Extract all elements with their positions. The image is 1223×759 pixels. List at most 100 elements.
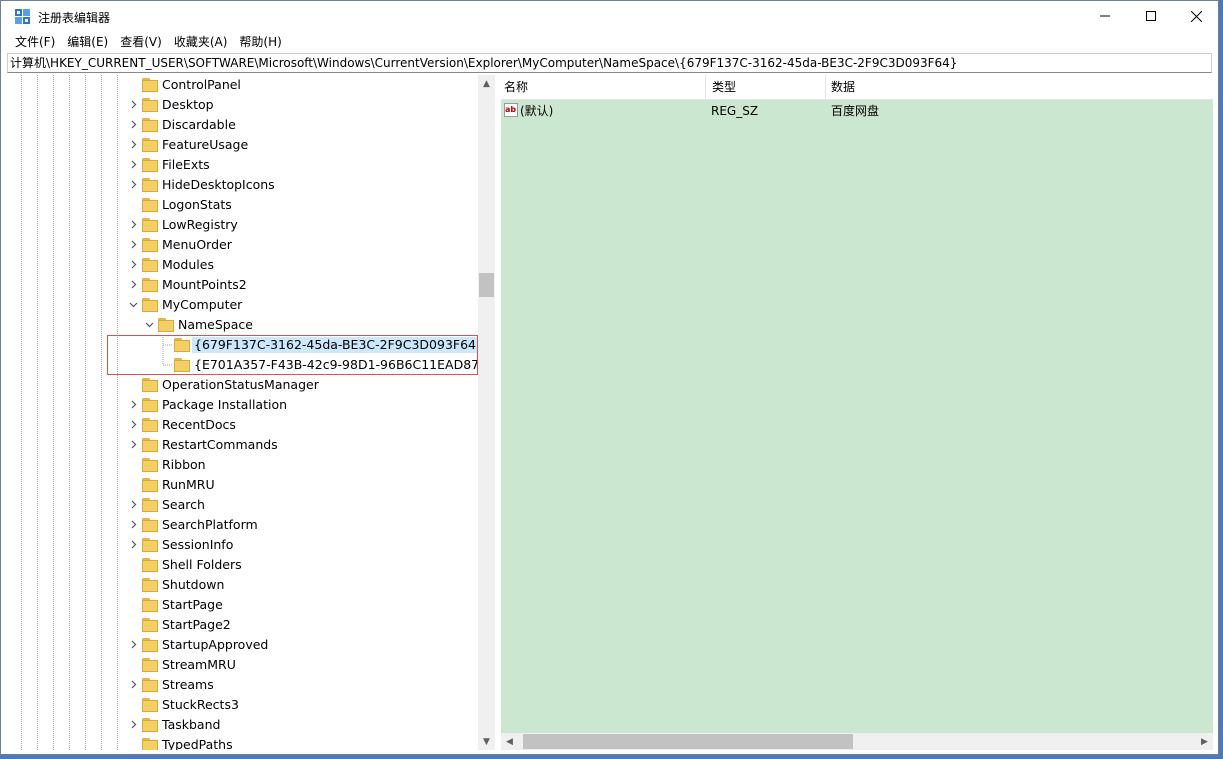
tree-item-label[interactable]: FileExts <box>160 157 212 173</box>
tree-item[interactable]: StartPage <box>8 595 478 615</box>
tree-item[interactable]: RestartCommands <box>8 435 478 455</box>
tree-item[interactable]: TypedPaths <box>8 735 478 750</box>
tree-item-label[interactable]: Search <box>160 497 207 513</box>
tree-item[interactable]: ControlPanel <box>8 75 478 95</box>
tree-item[interactable]: Shell Folders <box>8 555 478 575</box>
chevron-right-icon[interactable] <box>129 680 138 689</box>
chevron-right-icon[interactable] <box>129 420 138 429</box>
title-bar[interactable]: 注册表编辑器 <box>1 1 1218 31</box>
tree-item-label[interactable]: RunMRU <box>160 477 217 493</box>
tree-item[interactable]: Taskband <box>8 715 478 735</box>
chevron-right-icon[interactable] <box>129 640 138 649</box>
tree-item[interactable]: Package Installation <box>8 395 478 415</box>
menu-help[interactable]: 帮助(H) <box>233 32 287 52</box>
registry-tree[interactable]: ControlPanel Desktop Discardable FeatureUsa… <box>8 75 495 750</box>
chevron-right-icon[interactable] <box>129 440 138 449</box>
column-header-type[interactable]: 类型 <box>706 75 826 99</box>
tree-item-label[interactable]: Desktop <box>160 97 216 113</box>
tree-item[interactable]: {679F137C-3162-45da-BE3C-2F9C3D093F64} <box>8 335 486 355</box>
chevron-right-icon[interactable] <box>129 180 138 189</box>
chevron-right-icon[interactable] <box>129 220 138 229</box>
tree-vertical-scrollbar[interactable]: ▲ ▼ <box>478 75 495 750</box>
chevron-right-icon[interactable] <box>129 100 138 109</box>
tree-item-label[interactable]: Streams <box>160 677 216 693</box>
scroll-down-arrow-icon[interactable]: ▼ <box>478 733 495 750</box>
tree-item-label[interactable]: SearchPlatform <box>160 517 260 533</box>
tree-item[interactable]: Discardable <box>8 115 478 135</box>
value-row[interactable]: ab (默认) REG_SZ 百度网盘 <box>501 101 1213 121</box>
tree-item-label[interactable]: Ribbon <box>160 457 208 473</box>
tree-item[interactable]: MenuOrder <box>8 235 478 255</box>
column-header-name[interactable]: 名称 <box>501 75 706 99</box>
chevron-right-icon[interactable] <box>129 280 138 289</box>
tree-item-label[interactable]: SessionInfo <box>160 537 235 553</box>
chevron-right-icon[interactable] <box>129 260 138 269</box>
scroll-right-arrow-icon[interactable]: ▶ <box>1196 733 1213 750</box>
tree-item[interactable]: NameSpace <box>8 315 478 335</box>
values-horizontal-scrollbar[interactable]: ◀ ▶ <box>501 733 1213 750</box>
tree-item[interactable]: HideDesktopIcons <box>8 175 478 195</box>
column-header-data[interactable]: 数据 <box>826 75 1213 99</box>
tree-item-label[interactable]: RecentDocs <box>160 417 238 433</box>
scroll-up-arrow-icon[interactable]: ▲ <box>478 75 495 92</box>
chevron-right-icon[interactable] <box>129 140 138 149</box>
tree-item-label[interactable]: Shutdown <box>160 577 226 593</box>
tree-item[interactable]: FeatureUsage <box>8 135 478 155</box>
tree-item-label[interactable]: StartPage <box>160 597 225 613</box>
tree-item[interactable]: RunMRU <box>8 475 478 495</box>
tree-item-label[interactable]: MenuOrder <box>160 237 234 253</box>
chevron-right-icon[interactable] <box>129 160 138 169</box>
tree-item[interactable]: Search <box>8 495 478 515</box>
address-bar[interactable]: 计算机\HKEY_CURRENT_USER\SOFTWARE\Microsoft… <box>7 53 1212 73</box>
tree-item[interactable]: StartupApproved <box>8 635 478 655</box>
tree-item[interactable]: SearchPlatform <box>8 515 478 535</box>
tree-item-label[interactable]: Discardable <box>160 117 238 133</box>
tree-item[interactable]: Shutdown <box>8 575 478 595</box>
tree-item[interactable]: Desktop <box>8 95 478 115</box>
tree-item-label[interactable]: {E701A357-F43B-42c9-98D1-96B6C11EAD87} <box>192 357 489 373</box>
chevron-down-icon[interactable] <box>129 300 138 309</box>
menu-view[interactable]: 查看(V) <box>114 32 168 52</box>
chevron-right-icon[interactable] <box>129 720 138 729</box>
chevron-right-icon[interactable] <box>129 500 138 509</box>
tree-item-label[interactable]: NameSpace <box>176 317 255 333</box>
chevron-down-icon[interactable] <box>145 320 154 329</box>
tree-item[interactable]: MyComputer <box>8 295 478 315</box>
tree-item-label[interactable]: RestartCommands <box>160 437 280 453</box>
scroll-left-arrow-icon[interactable]: ◀ <box>501 733 518 750</box>
tree-item[interactable]: FileExts <box>8 155 478 175</box>
chevron-right-icon[interactable] <box>129 240 138 249</box>
tree-item-label[interactable]: StreamMRU <box>160 657 238 673</box>
tree-item-label[interactable]: Taskband <box>160 717 222 733</box>
tree-item[interactable]: StuckRects3 <box>8 695 478 715</box>
menu-favorites[interactable]: 收藏夹(A) <box>168 32 234 52</box>
tree-item[interactable]: Modules <box>8 255 478 275</box>
tree-item-label[interactable]: OperationStatusManager <box>160 377 321 393</box>
menu-edit[interactable]: 编辑(E) <box>61 32 114 52</box>
tree-item[interactable]: LogonStats <box>8 195 478 215</box>
tree-item-label[interactable]: LowRegistry <box>160 217 240 233</box>
chevron-right-icon[interactable] <box>129 120 138 129</box>
tree-item[interactable]: RecentDocs <box>8 415 478 435</box>
tree-item-label[interactable]: LogonStats <box>160 197 234 213</box>
values-scroll-thumb[interactable] <box>523 734 853 749</box>
tree-item-label[interactable]: Shell Folders <box>160 557 244 573</box>
tree-item-label[interactable]: Modules <box>160 257 216 273</box>
tree-scroll-thumb[interactable] <box>479 273 494 297</box>
tree-item[interactable]: StartPage2 <box>8 615 478 635</box>
tree-item[interactable]: SessionInfo <box>8 535 478 555</box>
tree-item[interactable]: {E701A357-F43B-42c9-98D1-96B6C11EAD87} <box>8 355 487 375</box>
chevron-right-icon[interactable] <box>129 400 138 409</box>
tree-item-label[interactable]: StartupApproved <box>160 637 270 653</box>
tree-item-label[interactable]: HideDesktopIcons <box>160 177 277 193</box>
maximize-button[interactable] <box>1128 1 1174 31</box>
tree-item-label[interactable]: MountPoints2 <box>160 277 249 293</box>
tree-item[interactable]: Ribbon <box>8 455 478 475</box>
tree-item-label[interactable]: Package Installation <box>160 397 289 413</box>
tree-item-label[interactable]: StartPage2 <box>160 617 233 633</box>
tree-item[interactable]: StreamMRU <box>8 655 478 675</box>
tree-item-label[interactable]: StuckRects3 <box>160 697 241 713</box>
tree-item[interactable]: LowRegistry <box>8 215 478 235</box>
tree-item-label[interactable]: TypedPaths <box>160 737 235 750</box>
chevron-right-icon[interactable] <box>129 540 138 549</box>
